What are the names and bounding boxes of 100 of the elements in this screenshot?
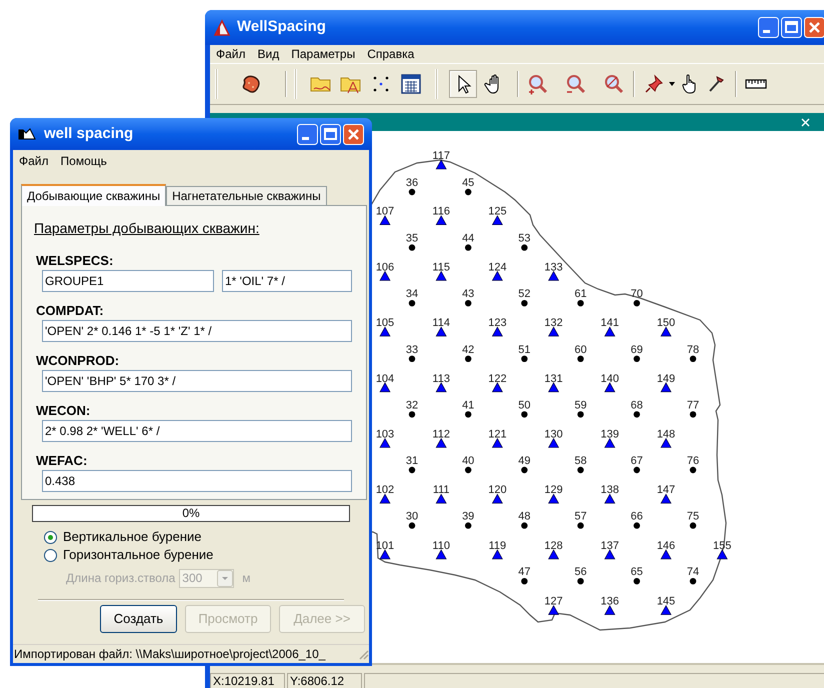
well-number: 43 [462,288,474,300]
dialog-button[interactable]: Создать [100,605,177,633]
well-number: 119 [488,540,506,552]
menu-item[interactable]: Справка [367,45,414,63]
well-number: 105 [376,317,394,330]
well-number: 141 [600,317,619,330]
well-number: 35 [406,232,418,245]
text-field[interactable]: 2* 0.98 2* 'WELL' 6* / [42,420,352,442]
well-number: 111 [432,484,450,496]
well-number: 146 [656,540,676,552]
radio-label: Горизонтальное бурение [63,546,214,564]
well-number: 59 [574,399,587,412]
well-number: 69 [630,344,643,356]
field-label: WELSPECS: [36,254,114,268]
window-title: well spacing [44,124,134,144]
well-number: 40 [462,455,474,467]
well-number: 58 [574,455,587,467]
well-number: 136 [600,596,619,608]
well-number: 137 [600,540,619,552]
well-number: 148 [656,428,676,440]
tab[interactable]: Добывающие скважины [21,184,166,206]
well-number: 130 [544,428,563,440]
unit-label: м [242,570,251,587]
well-number: 32 [406,399,418,412]
well-number: 107 [376,206,394,218]
well-number: 147 [656,484,676,496]
well-number: 125 [488,206,507,218]
well-number: 150 [656,317,676,330]
well-number: 44 [462,232,474,245]
well-number: 124 [488,261,507,274]
field-label: WEFAC: [36,454,88,468]
length-label: Длина гориз.ствола [66,570,176,587]
well-number: 116 [432,206,450,218]
well-number: 42 [462,344,474,356]
well-number: 47 [518,566,531,578]
status-field: X:10219.81 [210,673,285,688]
well-number: 41 [462,399,474,412]
well-number: 57 [574,510,587,523]
well-number: 52 [518,288,531,300]
well-number: 132 [544,317,563,330]
status-field: Y:6806.12 [287,673,362,688]
well-number: 140 [600,372,619,385]
well-number: 60 [574,344,587,356]
well-number: 102 [376,484,394,496]
well-number: 67 [630,455,643,467]
well-number: 103 [376,428,394,440]
well-number: 106 [376,261,394,274]
menu-item[interactable]: Параметры [291,45,356,63]
text-field[interactable]: 1* 'OIL' 7* / [222,270,352,292]
well-number: 68 [630,399,643,412]
section-heading: Параметры добывающих скважин: [34,220,260,236]
well-number: 33 [406,344,418,356]
well-number: 31 [406,455,418,467]
text-field[interactable]: GROUPE1 [42,270,214,292]
text-field[interactable]: 'OPEN' 2* 0.146 1* -5 1* 'Z' 1* / [42,320,352,342]
well-number: 115 [432,261,450,274]
well-number: 113 [432,372,450,385]
well-number: 74 [686,566,700,578]
menu-item[interactable]: Вид [258,45,280,63]
window-title: WellSpacing [237,17,326,38]
menu-item[interactable]: Файл [19,152,49,170]
well-number: 65 [630,566,643,578]
field-label: WCONPROD: [36,354,120,368]
menu-item[interactable]: Файл [216,45,246,63]
well-number: 112 [432,428,450,440]
status-text: Импортирован файл: \\Maks\широтное\project\2006_10_ [14,646,326,662]
well-number: 110 [432,540,450,552]
well-number: 129 [544,484,563,496]
well-number: 76 [686,455,700,467]
well-number: 104 [376,372,394,385]
well-number: 122 [488,372,507,385]
tab[interactable]: Нагнетательные скважины [166,186,327,205]
well-number: 75 [686,510,700,523]
well-number: 61 [574,288,587,300]
well-number: 34 [406,288,418,300]
well-number: 133 [544,261,563,274]
well-number: 39 [462,510,474,523]
menu-item[interactable]: Помощь [60,152,107,170]
well-number: 121 [488,428,507,440]
well-number: 48 [518,510,531,523]
text-field[interactable]: 'OPEN' 'BHP' 5* 170 3* / [42,370,352,392]
well-number: 131 [544,372,563,385]
well-number: 36 [406,177,418,189]
text-field[interactable]: 0.438 [42,470,352,492]
well-number: 117 [432,150,450,162]
well-number: 51 [518,344,531,356]
well-number: 139 [600,428,619,440]
well-number: 56 [574,566,587,578]
well-number: 120 [488,484,507,496]
radio-label: Вертикальное бурение [63,528,202,546]
field-label: WECON: [36,404,90,418]
well-number: 78 [686,344,700,356]
well-number: 127 [544,596,563,608]
field-label: COMPDAT: [36,304,104,318]
well-number: 145 [656,596,676,608]
well-number: 50 [518,399,531,412]
well-number: 45 [462,177,474,189]
well-number: 66 [630,510,643,523]
well-number: 114 [432,317,450,330]
progress-text: 0% [181,506,201,521]
